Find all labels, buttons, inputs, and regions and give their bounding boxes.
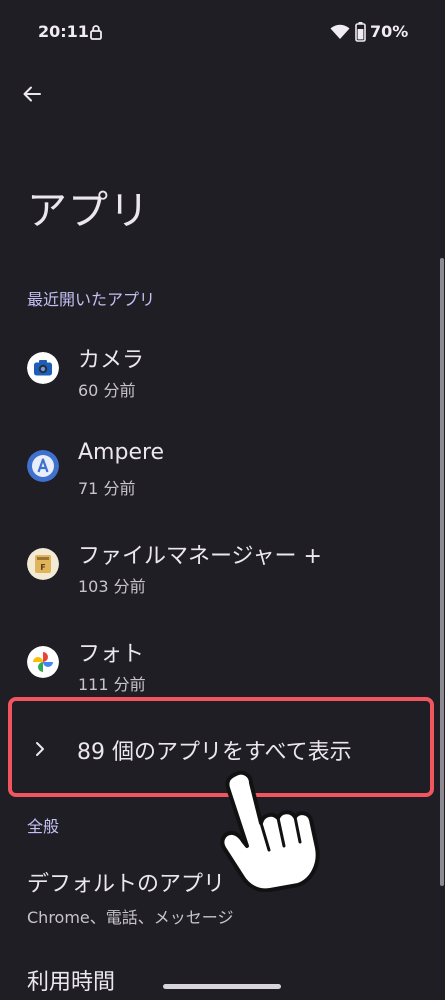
recent-app-camera[interactable]: カメラ 60 分前 — [0, 320, 445, 416]
wifi-icon — [330, 24, 350, 39]
section-header-recent-apps: 最近開いたアプリ — [27, 290, 156, 309]
recent-app-photos[interactable]: フォト 111 分前 — [0, 614, 445, 710]
app-last-used: 60 分前 — [78, 381, 136, 400]
svg-text:F: F — [40, 563, 45, 572]
app-name: ファイルマネージャー + — [78, 544, 322, 569]
battery-icon — [355, 22, 366, 42]
see-all-apps-label: 89 個のアプリをすべて表示 — [77, 740, 352, 765]
arrow-back-icon — [23, 86, 41, 102]
camera-icon — [27, 352, 59, 384]
app-last-used: 71 分前 — [78, 479, 136, 498]
page-title: アプリ — [27, 188, 150, 234]
scrollbar[interactable] — [440, 258, 444, 886]
app-last-used: 111 分前 — [78, 675, 146, 694]
app-last-used: 103 分前 — [78, 577, 146, 596]
navigation-handle[interactable] — [163, 984, 281, 989]
status-time: 20:11 — [38, 22, 89, 41]
recent-app-ampere[interactable]: Ampere 71 分前 — [0, 418, 445, 514]
back-button[interactable] — [14, 76, 50, 112]
file-manager-icon: F — [27, 548, 59, 580]
app-name: フォト — [78, 642, 145, 667]
app-name: Ampere — [78, 440, 165, 465]
photos-icon — [27, 646, 59, 678]
usage-time-item[interactable]: 利用時間 — [27, 964, 115, 996]
section-header-general: 全般 — [27, 817, 60, 836]
battery-percentage: 70% — [370, 22, 409, 41]
lock-icon — [90, 25, 102, 40]
recent-app-file-manager[interactable]: F ファイルマネージャー + 103 分前 — [0, 516, 445, 612]
chevron-right-icon — [36, 742, 44, 756]
ampere-icon — [27, 450, 59, 482]
pointer-hand-icon — [220, 770, 320, 892]
default-apps-subtitle: Chrome、電話、メッセージ — [27, 908, 234, 927]
app-name: カメラ — [78, 348, 145, 373]
default-apps-title: デフォルトのアプリ — [27, 872, 226, 897]
status-bar: 20:11 70% — [0, 0, 445, 64]
